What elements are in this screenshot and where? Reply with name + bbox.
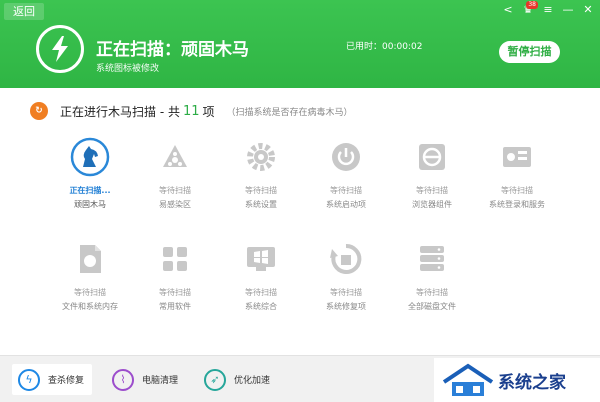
menu-icon[interactable]: ≡: [540, 2, 556, 18]
scan-header: 返回 < ♛ 38 ≡ — ✕ 正在扫描：顽固木马 系统图标被修改 已用时：00:…: [0, 0, 600, 88]
house-logo-icon: [442, 363, 494, 396]
scan-item-system-comprehensive: 等待扫描 系统综合: [215, 239, 307, 312]
windows-icon: [247, 247, 275, 271]
scan-item-trojan: 正在扫描... 顽固木马: [44, 137, 136, 210]
login-service-icon: [503, 147, 531, 167]
pause-scan-button[interactable]: 暂停扫描: [499, 41, 560, 63]
back-button[interactable]: 返回: [4, 3, 44, 20]
notification-badge: 38: [526, 1, 538, 9]
watermark-text: 系统之家: [498, 372, 566, 393]
progress-suffix: 项: [202, 104, 215, 119]
file-memory-icon: [80, 245, 101, 273]
scan-item-system-settings: 等待扫描 系统设置: [215, 137, 307, 210]
broom-icon: ⌇: [112, 368, 134, 391]
security-window: 返回 < ♛ 38 ≡ — ✕ 正在扫描：顽固木马 系统图标被修改 已用时：00:…: [0, 0, 600, 402]
scan-item-system-repair: 等待扫描 系统修复项: [300, 239, 392, 312]
tab-pc-cleanup[interactable]: ⌇ 电脑清理: [112, 364, 178, 395]
site-watermark: 系统之家: [434, 358, 600, 402]
scan-item-common-software: 等待扫描 常用软件: [129, 239, 221, 312]
scan-progress-title: ↻ 正在进行木马扫描 - 共 11 项 （扫描系统是否存在病毒木马）: [30, 102, 353, 120]
scan-item-login-service: 等待扫描 系统登录和服务: [471, 137, 563, 210]
power-icon: [332, 143, 360, 171]
progress-prefix: 正在进行木马扫描 - 共: [60, 104, 180, 119]
elapsed-time: 已用时：00:00:02: [346, 42, 423, 52]
software-icon: [163, 247, 187, 271]
repair-icon: [330, 243, 362, 274]
title-controls: < ♛ 38 ≡ — ✕: [500, 1, 596, 18]
scan-item-browser: 等待扫描 浏览器组件: [386, 137, 478, 210]
scan-status-icon: ↻: [30, 102, 48, 120]
progress-hint: （扫描系统是否存在病毒木马）: [226, 107, 353, 118]
close-icon[interactable]: ✕: [580, 2, 596, 18]
scan-item-all-disk-files: 等待扫描 全部磁盘文件: [386, 239, 478, 312]
gear-icon: [247, 143, 275, 171]
shirt-icon[interactable]: ♛ 38: [520, 1, 538, 18]
rocket-icon: ➶: [204, 368, 226, 391]
scan-item-infection-zone: 等待扫描 易感染区: [129, 137, 221, 210]
minimize-icon[interactable]: —: [560, 2, 576, 18]
share-icon[interactable]: <: [500, 2, 516, 18]
tab-scan-repair[interactable]: ϟ 查杀修复: [12, 364, 93, 395]
progress-count: 11: [182, 103, 200, 119]
disk-icon: [420, 246, 444, 271]
biohazard-icon: [163, 145, 187, 167]
horse-icon: [70, 137, 110, 177]
scan-item-startup: 等待扫描 系统启动项: [300, 137, 392, 210]
scan-item-file-memory: 等待扫描 文件和系统内存: [44, 239, 136, 312]
scan-title: 正在扫描：顽固木马: [96, 40, 249, 60]
browser-icon: [419, 144, 445, 170]
tab-optimize[interactable]: ➶ 优化加速: [204, 364, 270, 395]
bolt-icon: [36, 25, 84, 73]
scan-subtitle: 系统图标被修改: [96, 64, 160, 74]
bolt-icon: ϟ: [18, 368, 40, 391]
